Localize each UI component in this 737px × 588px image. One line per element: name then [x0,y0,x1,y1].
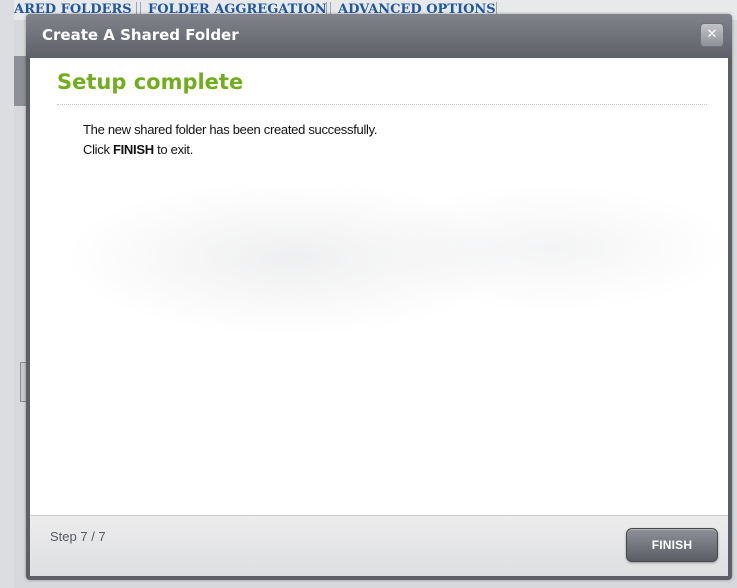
step-indicator: Step 7 / 7 [50,529,106,544]
page: ARED FOLDERS FOLDER AGGREGATION ADVANCED… [0,0,737,588]
heading-divider [57,104,707,105]
instruction-suffix: to exit. [153,142,194,157]
dialog-content: Setup complete The new shared folder has… [30,58,728,515]
setup-complete-heading: Setup complete [57,70,244,94]
instruction-prefix: Click [83,142,113,157]
create-shared-folder-dialog: Create A Shared Folder ✕ Setup complete … [26,14,732,580]
finish-instruction: Click FINISH to exit. [83,142,193,157]
close-icon: ✕ [706,27,718,42]
dialog-titlebar: Create A Shared Folder ✕ [26,14,732,58]
close-button[interactable]: ✕ [700,23,724,47]
success-message: The new shared folder has been created s… [83,122,378,137]
dialog-title: Create A Shared Folder [42,26,239,44]
finish-button[interactable]: FINISH [626,528,718,562]
dialog-footer: Step 7 / 7 FINISH [30,515,728,576]
instruction-finish-word: FINISH [112,142,154,157]
